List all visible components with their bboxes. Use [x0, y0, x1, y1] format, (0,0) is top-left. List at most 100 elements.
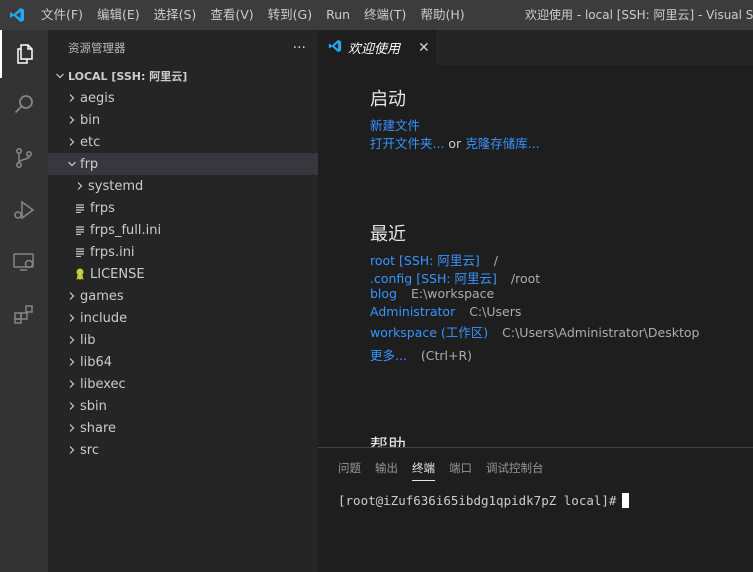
tree-item-lib64[interactable]: lib64 [48, 351, 318, 373]
file-lines-icon [72, 247, 88, 257]
chevron-right-icon [64, 137, 80, 147]
menu-go[interactable]: 转到(G) [261, 0, 319, 30]
license-icon [72, 267, 88, 281]
workspace-name: LOCAL [SSH: 阿里云] [68, 70, 188, 83]
menu-view[interactable]: 查看(V) [203, 0, 260, 30]
welcome-page: 启动 新建文件 打开文件夹... or 克隆存储库... 最近 root [SS… [318, 65, 753, 447]
recent-item-link[interactable]: workspace (工作区) [370, 325, 488, 340]
tree-item-label: LICENSE [90, 266, 145, 282]
tab-output[interactable]: 输出 [375, 454, 398, 480]
tree-item-frps[interactable]: frps [48, 197, 318, 219]
tree-item-bin[interactable]: bin [48, 109, 318, 131]
menu-terminal[interactable]: 终端(T) [357, 0, 413, 30]
file-tree: aegis bin etc frp systemd frps frps_full… [48, 87, 318, 461]
new-file-link-row: 新建文件 [370, 115, 420, 134]
tree-item-frps-full-ini[interactable]: frps_full.ini [48, 219, 318, 241]
menu-run[interactable]: Run [319, 0, 357, 30]
tree-item-aegis[interactable]: aegis [48, 87, 318, 109]
menu-file[interactable]: 文件(F) [34, 0, 90, 30]
tab-ports[interactable]: 端口 [449, 454, 472, 480]
tree-item-label: libexec [80, 376, 126, 392]
tree-item-label: systemd [88, 178, 144, 194]
tree-item-label: include [80, 310, 128, 326]
chevron-right-icon [64, 313, 80, 323]
tree-item-lib[interactable]: lib [48, 329, 318, 351]
chevron-right-icon [64, 115, 80, 125]
tree-item-etc[interactable]: etc [48, 131, 318, 153]
tree-item-share[interactable]: share [48, 417, 318, 439]
remote-explorer-icon[interactable] [0, 238, 48, 286]
tree-item-libexec[interactable]: libexec [48, 373, 318, 395]
recent-item: workspace (工作区) C:\Users\Administrator\D… [370, 322, 699, 341]
tree-item-frps-ini[interactable]: frps.ini [48, 241, 318, 263]
tab-problems[interactable]: 问题 [338, 454, 361, 480]
tree-item-sbin[interactable]: sbin [48, 395, 318, 417]
source-control-icon[interactable] [0, 134, 48, 182]
search-icon[interactable] [0, 80, 48, 128]
chevron-right-icon [64, 357, 80, 367]
tree-item-label: bin [80, 112, 101, 128]
tree-item-label: frps [90, 200, 115, 216]
tree-item-license[interactable]: LICENSE [48, 263, 318, 285]
tab-welcome[interactable]: 欢迎使用 ✕ [318, 30, 436, 65]
recent-item-path: E:\workspace [410, 286, 495, 301]
recent-item-link[interactable]: blog [370, 286, 397, 301]
recent-item: blog E:\workspace [370, 286, 494, 301]
tree-item-label: frp [80, 156, 99, 172]
tree-item-games[interactable]: games [48, 285, 318, 307]
recent-item-link[interactable]: Administrator [370, 304, 455, 319]
tree-item-label: src [80, 442, 99, 458]
terminal-cursor [622, 493, 630, 508]
tab-terminal[interactable]: 终端 [412, 454, 435, 481]
recent-item-link[interactable]: .config [SSH: 阿里云] [370, 271, 497, 286]
chevron-right-icon [64, 423, 80, 433]
help-heading: 帮助 [370, 436, 406, 447]
activity-bar [0, 30, 48, 572]
recent-item-path: C:\Users [469, 304, 522, 319]
tree-item-label: frps.ini [90, 244, 135, 260]
close-icon[interactable]: ✕ [418, 40, 430, 56]
recent-item-path: /root [510, 271, 541, 286]
explorer-sidebar: 资源管理器 ··· LOCAL [SSH: 阿里云] aegis bin etc… [48, 30, 318, 572]
tab-debug-console[interactable]: 调试控制台 [486, 454, 544, 480]
tree-item-systemd[interactable]: systemd [48, 175, 318, 197]
menu-selection[interactable]: 选择(S) [147, 0, 204, 30]
terminal-view[interactable]: [root@iZuf636i65ibdg1qpidk7pZ local]# [338, 493, 630, 508]
menu-bar: 文件(F) 编辑(E) 选择(S) 查看(V) 转到(G) Run 终端(T) … [34, 0, 472, 30]
open-folder-link[interactable]: 打开文件夹... [370, 136, 444, 151]
workspace-section-header[interactable]: LOCAL [SSH: 阿里云] [48, 65, 318, 87]
tree-item-include[interactable]: include [48, 307, 318, 329]
more-shortcut: (Ctrl+R) [420, 348, 473, 363]
chevron-right-icon [72, 181, 88, 191]
panel-tab-bar: 问题 输出 终端 端口 调试控制台 [318, 448, 558, 486]
chevron-right-icon [64, 379, 80, 389]
clone-repo-link[interactable]: 克隆存储库... [465, 136, 539, 151]
run-debug-icon[interactable] [0, 186, 48, 234]
more-recent-link[interactable]: 更多... [370, 348, 407, 363]
tree-item-label: sbin [80, 398, 107, 414]
new-file-link[interactable]: 新建文件 [370, 118, 420, 133]
file-lines-icon [72, 203, 88, 213]
tree-item-label: lib [80, 332, 96, 348]
tree-item-src[interactable]: src [48, 439, 318, 461]
bottom-panel: 问题 输出 终端 端口 调试控制台 [root@iZuf636i65ibdg1q… [318, 447, 753, 572]
recent-more-row: 更多... (Ctrl+R) [370, 345, 472, 364]
sidebar-header: 资源管理器 ··· [48, 30, 318, 65]
recent-item: .config [SSH: 阿里云] /root [370, 268, 540, 287]
recent-item-path: C:\Users\Administrator\Desktop [502, 325, 700, 340]
tree-item-frp[interactable]: frp [48, 153, 318, 175]
chevron-down-icon [64, 159, 80, 169]
window-title: 欢迎使用 - local [SSH: 阿里云] - Visual Studio … [525, 8, 753, 22]
menu-help[interactable]: 帮助(H) [413, 0, 471, 30]
open-folder-row: 打开文件夹... or 克隆存储库... [370, 133, 540, 152]
extensions-icon[interactable] [0, 290, 48, 338]
menu-edit[interactable]: 编辑(E) [90, 0, 147, 30]
or-text: or [448, 136, 462, 151]
more-actions-icon[interactable]: ··· [293, 40, 306, 56]
explorer-icon[interactable] [0, 30, 48, 78]
recent-heading: 最近 [370, 224, 406, 245]
recent-item-link[interactable]: root [SSH: 阿里云] [370, 253, 480, 268]
tree-item-label: frps_full.ini [90, 222, 162, 238]
tab-label: 欢迎使用 [348, 42, 401, 57]
title-bar: 文件(F) 编辑(E) 选择(S) 查看(V) 转到(G) Run 终端(T) … [0, 0, 753, 30]
